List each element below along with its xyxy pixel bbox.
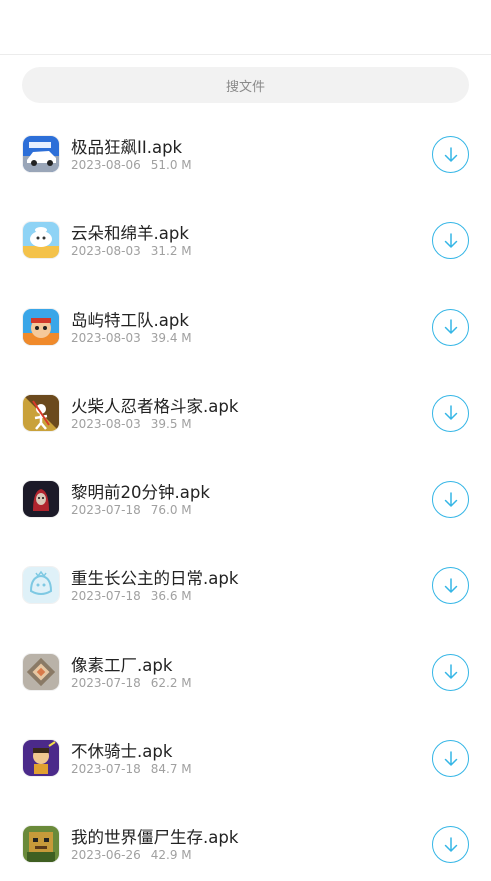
file-date: 2023-06-26 — [71, 848, 141, 863]
princess-icon — [23, 567, 59, 604]
download-icon — [444, 233, 457, 248]
file-meta: 2023-08-03 39.5 M — [71, 417, 192, 431]
file-name: 云朵和绵羊.apk — [71, 224, 189, 244]
download-icon — [444, 146, 457, 162]
file-size: 51.0 M — [150, 158, 192, 172]
zombie-survival-icon — [23, 826, 59, 863]
list-item[interactable]: 像素工厂.apk 2023-07-18 62.2 M — [0, 622, 491, 708]
file-size: 39.4 M — [150, 330, 192, 345]
island-agent-icon — [23, 308, 59, 345]
file-size: 62.2 M — [150, 675, 192, 690]
download-icon — [444, 405, 457, 421]
file-name: 黎明前20分钟.apk — [71, 483, 210, 503]
download-button[interactable] — [432, 826, 469, 864]
list-item[interactable]: 岛屿特工队.apk 2023-08-03 39.4 M — [0, 277, 491, 363]
download-button[interactable] — [432, 481, 469, 519]
dawn-icon — [23, 481, 59, 518]
knight-icon — [23, 740, 59, 777]
file-meta: 2023-07-18 36.6 M — [71, 589, 192, 603]
download-button[interactable] — [432, 222, 469, 260]
file-date: 2023-07-18 — [71, 675, 141, 690]
file-size: 42.9 M — [150, 848, 192, 863]
file-meta: 2023-07-18 84.7 M — [71, 762, 192, 776]
racing-car-icon — [23, 136, 59, 172]
top-bar — [0, 0, 491, 55]
file-list: 极品狂飙II.apk 2023-08-06 51.0 M 云朵和绵羊.apk 20… — [0, 104, 491, 881]
file-name: 岛屿特工队.apk — [71, 310, 189, 330]
file-meta: 2023-07-18 62.2 M — [71, 676, 192, 690]
download-icon — [444, 837, 457, 852]
file-size: 39.5 M — [150, 416, 192, 431]
list-item[interactable]: 不休骑士.apk 2023-07-18 84.7 M — [0, 708, 491, 794]
file-date: 2023-08-03 — [71, 244, 141, 259]
file-date: 2023-08-03 — [71, 330, 141, 345]
file-date: 2023-07-18 — [71, 503, 141, 518]
list-item[interactable]: 我的世界僵尸生存.apk 2023-06-26 42.9 M — [0, 794, 491, 880]
download-button[interactable] — [432, 136, 469, 173]
file-name: 像素工厂.apk — [71, 655, 173, 675]
file-meta: 2023-08-03 39.4 M — [71, 331, 192, 345]
file-size: 84.7 M — [150, 762, 192, 777]
download-button[interactable] — [432, 394, 469, 432]
download-button[interactable] — [432, 740, 469, 778]
file-size: 36.6 M — [150, 589, 192, 604]
file-meta: 2023-07-18 76.0 M — [71, 503, 192, 517]
list-item[interactable]: 火柴人忍者格斗家.apk 2023-08-03 39.5 M — [0, 363, 491, 449]
file-name: 重生长公主的日常.apk — [71, 569, 239, 589]
download-icon — [444, 750, 457, 766]
file-date: 2023-08-06 — [71, 158, 141, 172]
file-size: 31.2 M — [150, 244, 192, 259]
download-icon — [444, 664, 457, 680]
list-item[interactable]: 重生长公主的日常.apk 2023-07-18 36.6 M — [0, 535, 491, 621]
list-item[interactable]: 云朵和绵羊.apk 2023-08-03 31.2 M — [0, 190, 491, 276]
download-icon — [444, 319, 457, 334]
download-button[interactable] — [432, 653, 469, 691]
file-date: 2023-07-18 — [71, 762, 141, 777]
file-meta: 2023-08-06 51.0 M — [71, 158, 192, 172]
list-item[interactable]: 黎明前20分钟.apk 2023-07-18 76.0 M — [0, 449, 491, 535]
file-date: 2023-08-03 — [71, 416, 141, 431]
cloud-sheep-icon — [23, 222, 59, 259]
file-meta: 2023-08-03 31.2 M — [71, 244, 192, 258]
search-area: 搜文件 — [0, 55, 491, 103]
file-size: 76.0 M — [150, 503, 192, 518]
download-button[interactable] — [432, 567, 469, 605]
search-input[interactable]: 搜文件 — [22, 67, 469, 103]
file-name: 火柴人忍者格斗家.apk — [71, 396, 239, 416]
list-item[interactable]: 极品狂飙II.apk 2023-08-06 51.0 M — [0, 104, 491, 190]
file-date: 2023-07-18 — [71, 589, 141, 604]
file-name: 不休骑士.apk — [71, 742, 173, 762]
file-name: 极品狂飙II.apk — [71, 138, 183, 157]
file-meta: 2023-06-26 42.9 M — [71, 848, 192, 862]
download-button[interactable] — [432, 308, 469, 346]
search-placeholder: 搜文件 — [225, 79, 265, 95]
download-icon — [444, 491, 457, 507]
stickman-ninja-icon — [23, 394, 59, 431]
file-name: 我的世界僵尸生存.apk — [71, 828, 239, 848]
pixel-factory-icon — [23, 653, 59, 690]
download-icon — [444, 578, 457, 593]
